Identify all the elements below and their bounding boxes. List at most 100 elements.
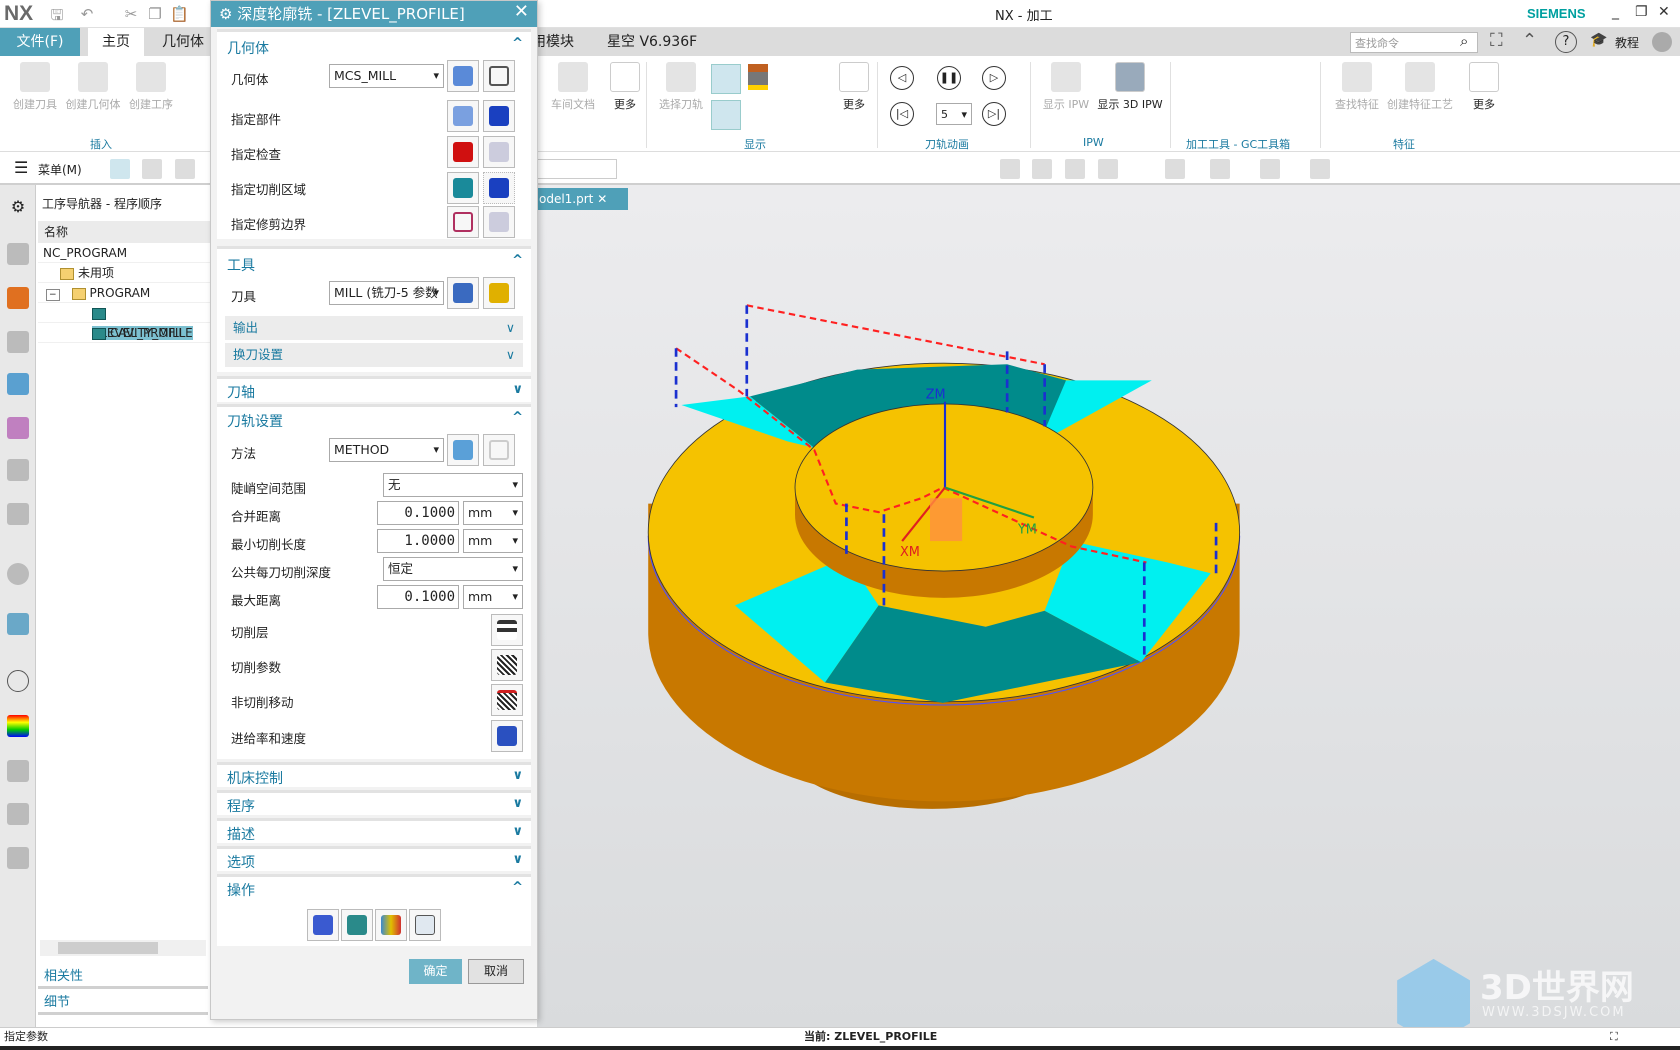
paste-icon[interactable]: 📋 [170,5,189,23]
max-distance-input[interactable]: 0.1000 [377,585,459,609]
minimize-button[interactable]: _ [1612,4,1619,20]
display-part-button[interactable] [483,100,515,132]
selection-filter-dropdown[interactable] [537,159,617,179]
tab-home[interactable]: 主页 [88,28,144,56]
horizontal-scrollbar[interactable] [40,940,206,956]
chevron-down-icon[interactable]: ∨ [512,382,523,397]
chevron-up-icon[interactable]: ^ [512,880,523,895]
pan-icon[interactable] [1032,159,1052,179]
operation-navigator-icon[interactable] [7,373,29,395]
tool-select[interactable]: MILL (铣刀-5 参数 [329,281,444,305]
zoom-fit-icon[interactable] [1165,159,1185,179]
machine-control-section[interactable]: 机床控制 ∨ [217,762,531,787]
verify-button[interactable] [375,909,407,941]
dialog-close-button[interactable]: ✕ [514,1,529,22]
tool-change-subsection[interactable]: 换刀设置 ∨ [225,343,523,367]
options-section[interactable]: 选项 ∨ [217,846,531,871]
graphics-window[interactable]: odel1.prt ✕ [537,185,1680,1027]
user-avatar[interactable] [1652,32,1672,52]
create-tool-button[interactable]: 创建刀具 [6,62,64,112]
more-display-button[interactable]: 更多 [825,62,883,112]
step-back-icon[interactable]: ◁ [890,66,914,90]
process-icon[interactable] [7,847,29,869]
tool-display-icon[interactable] [748,64,768,90]
close-button[interactable]: ✕ [1658,4,1670,20]
fullscreen-icon[interactable]: ⛶ [1490,30,1503,51]
reuse-library-icon[interactable] [7,503,29,525]
edit-geometry-button[interactable] [483,60,515,92]
min-cut-unit-select[interactable]: mm [463,529,523,553]
display-trim-button[interactable] [483,206,515,238]
settings-icon[interactable]: ⚙ [7,197,29,219]
tree-row-cavity-mill[interactable]: CAVITY_MILL [38,323,210,343]
view-orient-icon[interactable] [1260,159,1280,179]
description-section[interactable]: 描述 ∨ [217,818,531,843]
animation-speed-select[interactable]: 5 [936,103,972,126]
tree-row-program[interactable]: − PROGRAM [38,283,210,303]
section-header[interactable]: 机床控制 [227,768,283,788]
toolpath-reverse-toggle[interactable] [711,100,741,130]
toolpath-display-toggle[interactable] [711,64,741,94]
dependencies-panel[interactable]: 相关性 [38,965,208,989]
tab-xingkong[interactable]: 星空 V6.936F [595,28,709,56]
select-trim-button[interactable] [447,206,479,238]
rewind-icon[interactable]: |◁ [890,102,914,126]
geometry-view-icon[interactable] [175,159,195,179]
show-3d-ipw-button[interactable]: 显示 3D IPW [1095,62,1165,112]
min-cut-length-input[interactable]: 1.0000 [377,529,459,553]
create-feature-process-button[interactable]: 创建特征工艺 [1385,62,1455,112]
constraint-navigator-icon[interactable] [7,287,29,309]
find-feature-button[interactable]: 查找特征 [1328,62,1386,112]
close-tab-icon[interactable]: ✕ [597,192,607,206]
steep-range-select[interactable]: 无 [383,473,523,497]
fit-icon[interactable] [1000,159,1020,179]
new-method-button[interactable] [447,434,479,466]
cancel-button[interactable]: 取消 [468,959,524,984]
menu-button[interactable]: 菜单(M) [38,161,82,178]
machining-icon[interactable] [7,760,29,782]
machine-tool-view-icon[interactable] [142,159,162,179]
assembly-navigator-icon[interactable] [7,243,29,265]
cut-icon[interactable]: ✂ [122,5,140,23]
part-navigator-icon[interactable] [7,331,29,353]
method-select[interactable]: METHOD [329,438,444,462]
tree-row-zlevel-profile[interactable]: ZLEVEL_PROFILE [38,303,210,340]
path-settings-header[interactable]: 刀轨设置 [227,411,283,431]
menu-icon[interactable]: ☰ [14,158,28,177]
section-header[interactable]: 描述 [227,824,255,844]
tutorial-link[interactable]: 教程 [1615,34,1639,51]
dialog-header[interactable]: ⚙ 深度轮廓铣 - [ZLEVEL_PROFILE] [211,1,537,27]
more-feature-button[interactable]: 更多 [1455,62,1513,112]
merge-distance-input[interactable]: 0.1000 [377,501,459,525]
column-header-name[interactable]: 名称 [38,221,210,243]
replay-button[interactable] [341,909,373,941]
tool-header[interactable]: 工具 [227,255,255,275]
display-cut-area-button[interactable] [483,172,515,204]
machine-navigator-icon[interactable] [7,417,29,439]
tool-axis-section[interactable]: 刀轴 ∨ [217,376,531,402]
collapse-ribbon-icon[interactable]: ⌃ [1522,30,1537,51]
program-section[interactable]: 程序 ∨ [217,790,531,815]
select-check-button[interactable] [447,136,479,168]
actions-header[interactable]: 操作 [227,880,255,900]
command-search-input[interactable]: 查找命令 [1350,32,1478,53]
chevron-up-icon[interactable]: ^ [512,410,523,425]
select-cut-area-button[interactable] [447,172,479,204]
ok-button[interactable]: 确定 [409,959,462,984]
tools-icon[interactable] [7,803,29,825]
depth-per-cut-select[interactable]: 恒定 [383,557,523,581]
select-toolpath-button[interactable]: 选择刀轨 [652,62,710,112]
fullscreen-toggle-icon[interactable]: ⛶ [1610,1028,1618,1046]
cut-levels-button[interactable] [491,614,523,646]
restore-button[interactable]: ❐ [1635,4,1648,20]
web-browser-icon[interactable] [7,613,29,635]
create-operation-button[interactable]: 创建工序 [122,62,180,112]
palette-icon[interactable] [7,715,29,737]
feeds-speeds-button[interactable] [491,720,523,752]
max-distance-unit-select[interactable]: mm [463,585,523,609]
list-button[interactable] [409,909,441,941]
chevron-down-icon[interactable]: ∨ [512,852,523,867]
tree-row-unused[interactable]: 未用项 [38,263,210,283]
new-geometry-button[interactable] [447,60,479,92]
play-icon[interactable]: ▷ [982,66,1006,90]
